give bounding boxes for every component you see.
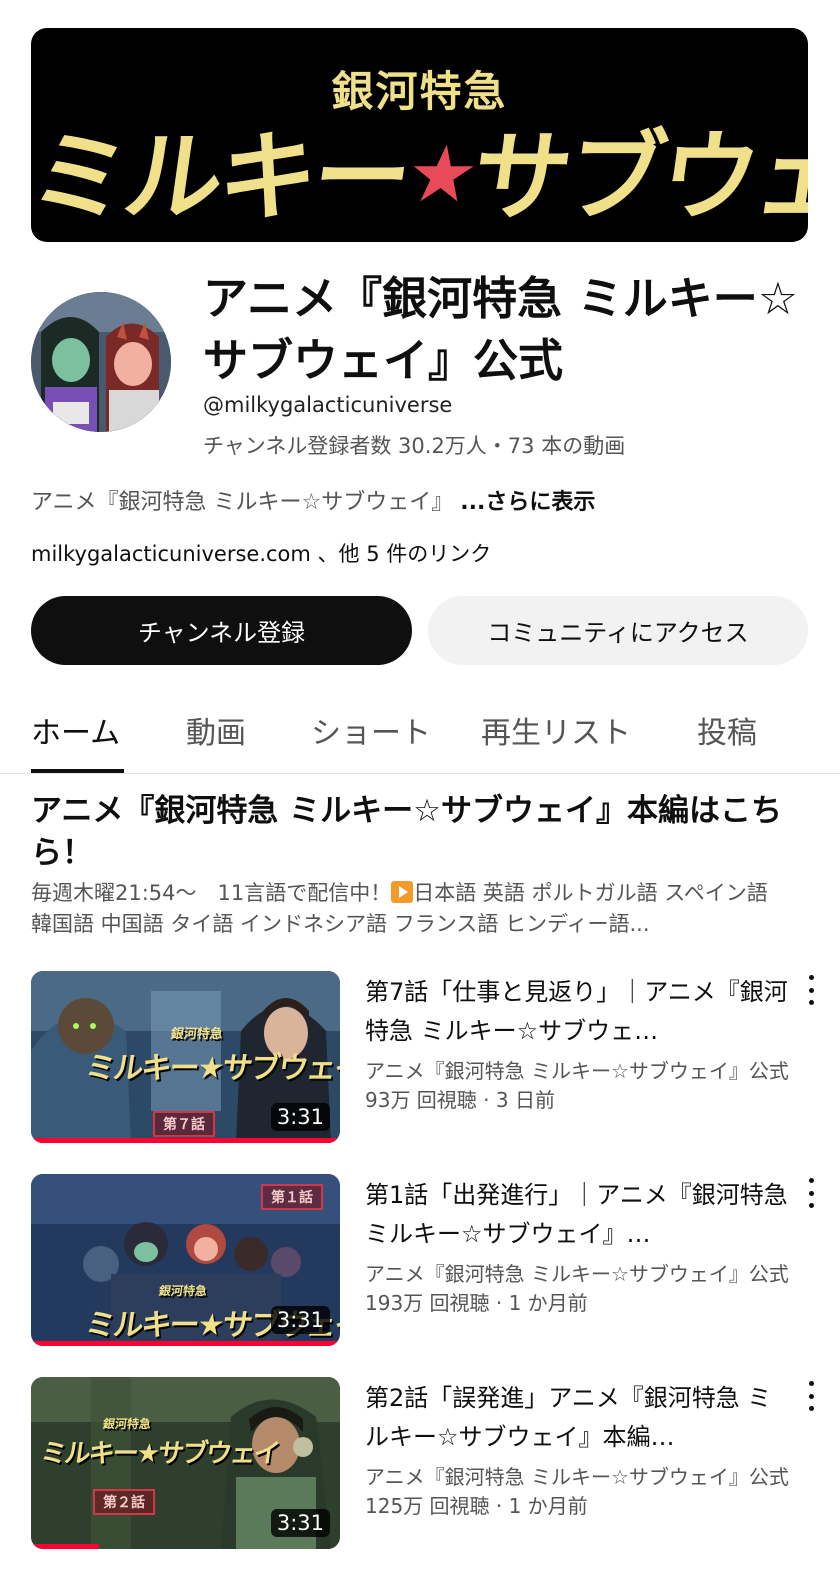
video-meta: 193万 回視聴 · 1 か月前 [365,1291,588,1315]
section-description: 毎週木曜21:54～ 11言語で配信中！ 日本語 英語 ポルトガル語 スペイン語 … [31,881,768,936]
channel-description[interactable]: アニメ『銀河特急 ミルキー☆サブウェイ』 ...さらに表示 [31,484,595,516]
tab-shorts[interactable]: ショート [311,708,431,752]
channel-name: アニメ『銀河特急 ミルキー☆サブウェイ』公式 [203,272,799,387]
channel-handle: @milkygalacticuniverse [203,393,453,417]
tab-home[interactable]: ホーム [31,708,120,752]
thumbnail-logo-sub: 銀河特急 [169,1027,224,1042]
video-duration: 3:31 [270,1103,330,1131]
thumbnail-logo-sub: 銀河特急 [157,1284,208,1298]
video-item[interactable]: 第１話 銀河特急 ミルキー★サブウェイ 3:31 第1話「出発進行」｜アニメ『銀… [31,1174,821,1346]
thumbnail-logo: ミルキー★サブウェイ [38,1439,281,1469]
episode-badge: 第１話 [261,1184,323,1210]
thumbnail-logo: ミルキー★サブウェイ [83,1051,340,1086]
channel-tabs: ホーム 動画 ショート 再生リスト 投稿 [0,700,840,774]
video-item[interactable]: 銀河特急 ミルキー★サブウェイ 第２話 3:31 第2話「誤発進」アニメ『銀河特… [31,1377,821,1549]
community-button[interactable]: コミュニティにアクセス [428,596,808,665]
banner-subtitle: 銀河特急 [331,67,508,116]
avatar-image [31,292,171,432]
banner-title: ミルキー★サブウェイ [31,121,808,235]
video-title[interactable]: 第2話「誤発進」アニメ『銀河特急 ミルキー☆サブウェイ』本編… [365,1379,795,1457]
more-options-icon[interactable] [801,1178,821,1208]
tab-videos[interactable]: 動画 [186,708,246,752]
video-channel[interactable]: アニメ『銀河特急 ミルキー☆サブウェイ』公式 [365,1055,795,1084]
video-item[interactable]: 銀河特急 ミルキー★サブウェイ 第７話 3:31 第7話「仕事と見返り」｜アニメ… [31,971,821,1143]
video-duration: 3:31 [270,1509,330,1537]
channel-avatar[interactable] [31,292,171,432]
more-options-icon[interactable] [801,1381,821,1411]
channel-links[interactable]: milkygalacticuniverse.com 、他 5 件のリンク [31,538,491,568]
tab-posts[interactable]: 投稿 [697,708,757,752]
video-thumbnail[interactable]: 銀河特急 ミルキー★サブウェイ 第７話 3:31 [31,971,340,1143]
video-thumbnail[interactable]: 第１話 銀河特急 ミルキー★サブウェイ 3:31 [31,1174,340,1346]
video-title[interactable]: 第1話「出発進行」｜アニメ『銀河特急 ミルキー☆サブウェイ』… [365,1176,795,1254]
subscribe-button[interactable]: チャンネル登録 [31,596,412,665]
episode-badge: 第７話 [153,1111,215,1137]
channel-stats: チャンネル登録者数 30.2万人・73 本の動画 [203,434,626,458]
channel-banner: 銀河特急 ミルキー★サブウェイ [31,28,808,242]
video-title[interactable]: 第7話「仕事と見返り」｜アニメ『銀河特急 ミルキー☆サブウェ… [365,973,795,1051]
active-tab-indicator [31,769,124,773]
video-duration: 3:31 [270,1306,330,1334]
section-title: アニメ『銀河特急 ミルキー☆サブウェイ』本編はこちら！ [31,793,782,871]
video-channel[interactable]: アニメ『銀河特急 ミルキー☆サブウェイ』公式 [365,1258,795,1287]
video-thumbnail[interactable]: 銀河特急 ミルキー★サブウェイ 第２話 3:31 [31,1377,340,1549]
more-options-icon[interactable] [801,975,821,1005]
watch-progress-bar [31,1138,340,1143]
video-meta: 93万 回視聴 · 3 日前 [365,1088,555,1112]
watch-progress-bar [31,1341,340,1346]
tab-playlists[interactable]: 再生リスト [481,708,631,752]
play-button-icon [391,881,414,903]
video-meta: 125万 回視聴 · 1 か月前 [365,1494,588,1518]
thumbnail-logo-sub: 銀河特急 [101,1417,152,1431]
show-more-link[interactable]: ...さらに表示 [460,490,595,515]
watch-progress-bar [31,1544,99,1549]
episode-badge: 第２話 [93,1489,155,1515]
video-channel[interactable]: アニメ『銀河特急 ミルキー☆サブウェイ』公式 [365,1461,795,1490]
